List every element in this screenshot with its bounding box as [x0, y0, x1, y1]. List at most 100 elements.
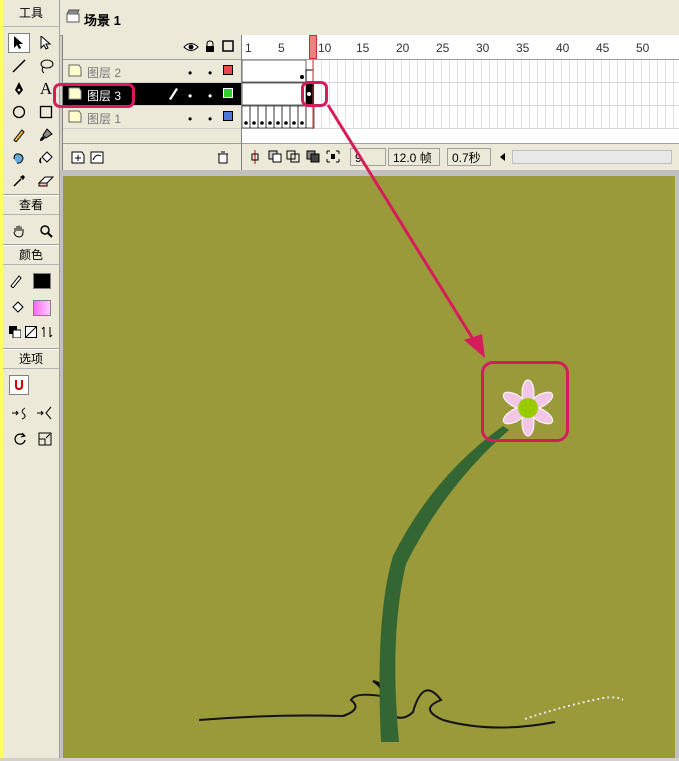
ruler-tick: 30 [476, 41, 490, 55]
layer-row[interactable]: 图层 2 • • [63, 60, 241, 83]
options-controls [3, 369, 59, 449]
swap-colors-icon[interactable] [41, 326, 53, 338]
smooth-icon [11, 407, 26, 420]
timeline-panel: 图层 2 • • 图层 3 • • 图层 1 • • 1 5 10 15 20 … [62, 35, 679, 170]
hand-tool[interactable] [8, 221, 30, 241]
scale-button[interactable] [34, 429, 55, 449]
layer-page-icon [68, 64, 82, 77]
subselect-tool[interactable] [35, 33, 57, 53]
color-controls [3, 265, 59, 344]
layer-color-swatch[interactable] [223, 88, 233, 98]
rotate-button[interactable] [9, 429, 30, 449]
stroke-pencil-icon [10, 275, 22, 288]
arrow-tool[interactable] [8, 33, 30, 53]
layer-row[interactable]: 图层 1 • • [63, 106, 241, 129]
rotate-scale-row [9, 429, 55, 449]
lock-icon[interactable] [205, 40, 215, 53]
flower-stem [379, 426, 509, 742]
ground-line [198, 680, 556, 729]
oval-icon [12, 105, 26, 119]
pencil-tool[interactable] [8, 125, 30, 145]
paint-bucket-tool[interactable] [35, 148, 57, 168]
tools-title: 工具 [3, 0, 59, 27]
zoom-tool[interactable] [35, 221, 57, 241]
eye-icon[interactable] [183, 42, 199, 52]
trash-icon[interactable] [217, 151, 229, 164]
scale-icon [38, 432, 51, 446]
eraser-tool[interactable] [35, 171, 57, 191]
playhead[interactable] [309, 35, 317, 59]
tool-grid: A [3, 27, 59, 195]
ruler-tick: 20 [396, 41, 410, 55]
eyedropper-icon [13, 175, 25, 187]
color-swap-row [9, 326, 55, 342]
timeline-scrollbar[interactable] [512, 150, 672, 164]
stage-canvas[interactable] [63, 176, 675, 758]
view-section-title: 查看 [3, 195, 59, 215]
oval-tool[interactable] [8, 102, 30, 122]
lock-dot[interactable]: • [208, 112, 212, 126]
rotate-icon [13, 432, 26, 445]
stroke-color-swatch[interactable] [33, 273, 51, 289]
color-section-title: 颜色 [3, 245, 59, 265]
no-color-icon[interactable] [25, 326, 37, 338]
visibility-dot[interactable]: • [188, 89, 192, 103]
pen-tool[interactable] [8, 79, 30, 99]
text-icon: A [39, 79, 53, 98]
visibility-dot[interactable]: • [188, 112, 192, 126]
fill-color-swatch[interactable] [33, 300, 51, 316]
stage-artwork [198, 379, 624, 742]
ground-dots [524, 696, 624, 720]
elapsed-time-field: 0.7秒 [447, 148, 491, 166]
highlight-layer3-box [53, 83, 135, 108]
layer-color-swatch[interactable] [223, 111, 233, 121]
onion-outline-icon[interactable] [286, 150, 300, 163]
edit-multiple-frames-icon[interactable] [306, 150, 320, 163]
tools-panel: 工具 A 查看 颜色 选项 [3, 0, 60, 758]
line-icon [12, 59, 26, 73]
default-colors-icon[interactable] [9, 326, 21, 338]
visibility-dot[interactable]: • [188, 66, 192, 80]
insert-layer-icon[interactable] [71, 151, 85, 164]
brush-tool[interactable] [35, 125, 57, 145]
stage-workspace [60, 170, 679, 758]
layer-page-icon [68, 110, 82, 123]
ruler-tick: 35 [516, 41, 530, 55]
fill-color-row[interactable] [9, 296, 55, 320]
ruler-tick: 10 [318, 41, 332, 55]
lock-dot[interactable]: • [208, 89, 212, 103]
line-tool[interactable] [8, 56, 30, 76]
subselect-icon [40, 36, 52, 50]
center-frame-icon[interactable] [250, 150, 260, 164]
timeline-status-bar: 9 12.0 帧 0.7秒 [242, 143, 679, 170]
lock-dot[interactable]: • [208, 66, 212, 80]
layer-name: 图层 1 [87, 112, 122, 126]
snap-toggle[interactable] [9, 375, 29, 395]
ruler-tick: 40 [556, 41, 570, 55]
smooth-button[interactable] [9, 403, 30, 423]
lasso-tool[interactable] [35, 56, 57, 76]
ruler-tick: 50 [636, 41, 650, 55]
ink-bottle-tool[interactable] [8, 148, 30, 168]
eyedropper-tool[interactable] [8, 171, 30, 191]
ruler-tick: 45 [596, 41, 610, 55]
fill-bucket-icon [12, 301, 24, 313]
onion-skin-icon[interactable] [268, 150, 282, 163]
outline-icon[interactable] [222, 40, 234, 52]
scene-title[interactable]: 场景 1 [84, 10, 121, 29]
hand-icon [13, 225, 24, 238]
pen-icon [15, 82, 23, 95]
ruler-tick: 1 [245, 41, 252, 55]
layer-color-swatch[interactable] [223, 65, 233, 75]
straighten-button[interactable] [34, 403, 55, 423]
frame-rate-field[interactable]: 12.0 帧 [388, 148, 440, 166]
stroke-color-row[interactable] [9, 270, 55, 292]
modify-onion-markers-icon[interactable] [326, 150, 340, 163]
add-guide-layer-icon[interactable] [90, 151, 104, 164]
paint-bucket-icon [39, 151, 53, 164]
zoom-icon [40, 225, 53, 238]
scroll-left-icon[interactable] [500, 153, 506, 161]
straighten-icon [36, 406, 51, 420]
options-section-title: 选项 [3, 349, 59, 369]
layer-header [63, 35, 241, 60]
